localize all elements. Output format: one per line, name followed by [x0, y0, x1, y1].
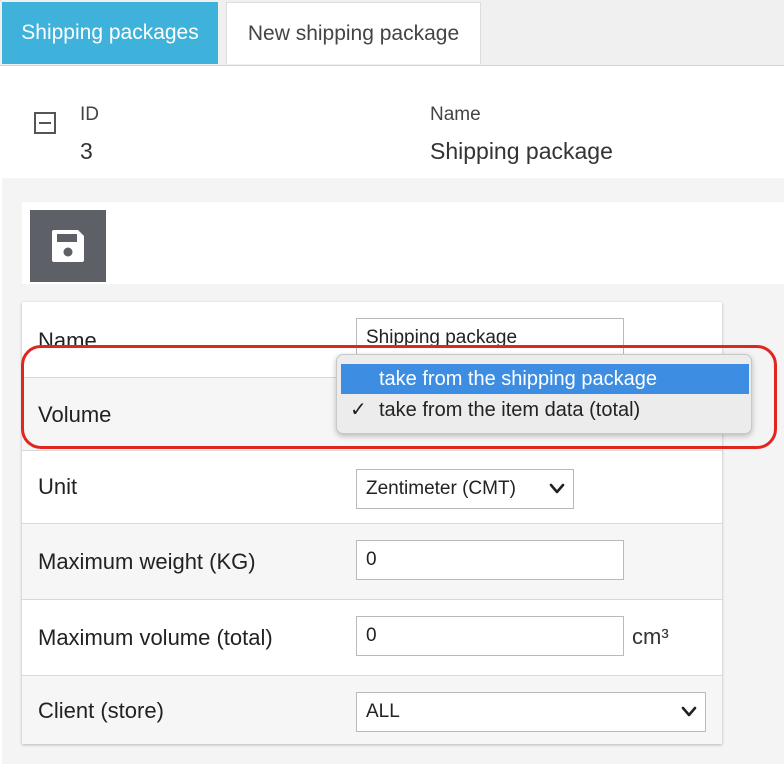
- max-weight-label: Maximum weight (KG): [38, 549, 256, 574]
- unit-label: Unit: [38, 474, 78, 499]
- max-weight-input[interactable]: [356, 540, 624, 580]
- save-button[interactable]: [30, 210, 106, 282]
- volume-dropdown-menu: take from the shipping package ✓ take fr…: [336, 354, 752, 434]
- form-row-max-volume: Maximum volume (total) cm³: [22, 600, 722, 676]
- name-label: Name: [38, 328, 97, 353]
- client-label: Client (store): [38, 698, 164, 723]
- form-row-max-weight: Maximum weight (KG): [22, 524, 722, 600]
- volume-option-label: take from the item data (total): [379, 399, 641, 421]
- record-header: ID 3 Name Shipping package: [2, 82, 784, 178]
- name-input[interactable]: [356, 318, 624, 358]
- id-column-label: ID: [80, 104, 99, 125]
- form-row-unit: Unit Zentimeter (CMT): [22, 451, 722, 524]
- chevron-down-icon: [549, 483, 565, 494]
- volume-option-label: take from the shipping package: [379, 368, 657, 390]
- form-row-client: Client (store) ALL: [22, 676, 722, 744]
- unit-select-value: Zentimeter (CMT): [366, 478, 516, 499]
- client-select-value: ALL: [366, 701, 400, 722]
- max-volume-label: Maximum volume (total): [38, 625, 273, 650]
- name-column-label: Name: [430, 104, 481, 125]
- volume-option-shipping-package[interactable]: take from the shipping package: [341, 364, 749, 394]
- max-volume-input[interactable]: [356, 616, 624, 656]
- chevron-down-icon: [681, 706, 697, 717]
- tab-bar: Shipping packages New shipping package: [0, 0, 784, 66]
- id-value: 3: [80, 138, 93, 164]
- save-floppy-icon: [52, 230, 84, 262]
- client-select[interactable]: ALL: [356, 692, 706, 732]
- name-value: Shipping package: [430, 138, 613, 164]
- volume-unit-suffix: cm³: [632, 624, 669, 649]
- unit-select[interactable]: Zentimeter (CMT): [356, 469, 574, 509]
- toolbar: [22, 202, 784, 284]
- tab-new-shipping-package[interactable]: New shipping package: [226, 2, 481, 64]
- collapse-icon[interactable]: [34, 112, 56, 134]
- volume-label: Volume: [38, 402, 112, 427]
- tab-shipping-packages[interactable]: Shipping packages: [2, 2, 218, 64]
- checkmark-icon: ✓: [350, 399, 367, 421]
- volume-option-item-data[interactable]: ✓ take from the item data (total): [341, 395, 749, 425]
